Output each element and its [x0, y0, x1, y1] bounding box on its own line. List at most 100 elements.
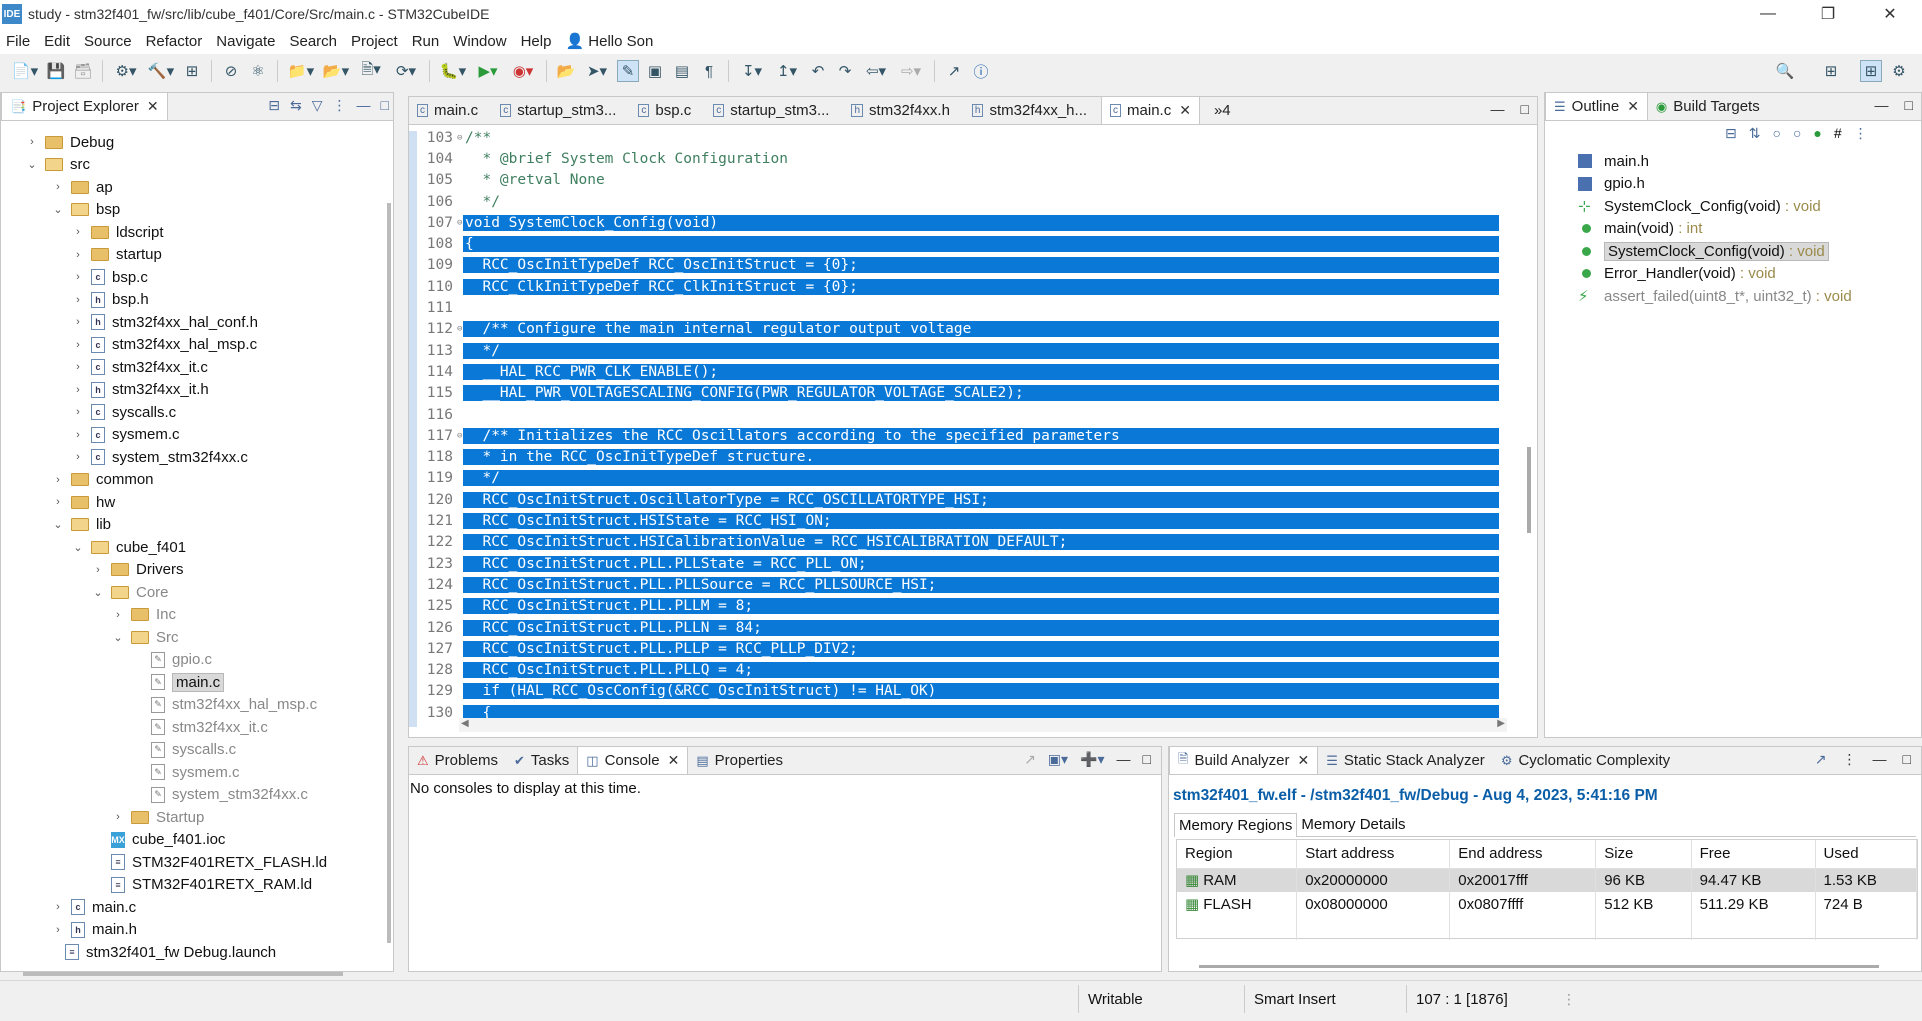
vertical-scrollbar[interactable]	[387, 203, 391, 943]
tree-item[interactable]: › h stm32f4xx_it.h	[71, 379, 209, 401]
table-row[interactable]: ▦ FLASH 0x08000000 0x0807ffff 512 KB 511.29 K…	[1177, 892, 1918, 916]
minimize-button[interactable]: —	[1740, 0, 1796, 28]
menu-run[interactable]: Run	[412, 33, 440, 50]
chevron-down-icon[interactable]: ⌄	[25, 158, 39, 171]
chevron-right-icon[interactable]: ›	[51, 924, 65, 936]
tree-item[interactable]: ⌄ Src	[111, 626, 178, 648]
scroll-left-icon[interactable]: ◀	[461, 718, 469, 729]
tree-item[interactable]: ⌄ lib	[51, 514, 111, 536]
tree-item[interactable]: ≡ stm32f401_fw Debug.launch	[45, 941, 276, 963]
code-line[interactable]: 123 RCC_OscInitStruct.PLL.PLLState = RCC…	[409, 553, 1499, 574]
new-icon[interactable]: 📄▾	[10, 60, 40, 82]
skip-icon[interactable]: ⊘	[220, 60, 242, 82]
show-whitespace-icon[interactable]: ¶	[698, 60, 720, 82]
open-console-icon[interactable]: ➕▾	[1080, 751, 1104, 768]
tree-item[interactable]: › c sysmem.c	[71, 424, 179, 446]
hide-fields-icon[interactable]: ○	[1772, 125, 1780, 142]
editor-tab[interactable]: c startup_stm3...	[705, 97, 837, 124]
display-console-icon[interactable]: ▣▾	[1048, 751, 1068, 768]
collapse-all-icon[interactable]: ⊟	[268, 97, 280, 114]
tab-console[interactable]: ◫ Console ✕	[577, 746, 689, 774]
chevron-right-icon[interactable]: ›	[71, 361, 85, 373]
code-line[interactable]: 109 RCC_OscInitTypeDef RCC_OscInitStruct…	[409, 255, 1499, 276]
outline-item[interactable]: ⚡ assert_failed(uint8_t*, uint32_t) : voi…	[1578, 285, 1852, 307]
prev-annotation-icon[interactable]: ↥▾	[772, 60, 802, 82]
cpp-perspective-icon[interactable]: ⊞	[1860, 60, 1882, 82]
editor-tab[interactable]: h stm32f4xx_h...	[964, 97, 1095, 124]
tree-item[interactable]: ⌄ Core	[91, 581, 168, 603]
tree-item[interactable]: › Debug	[25, 131, 114, 153]
chevron-right-icon[interactable]: ›	[71, 226, 85, 238]
maximize-view-icon[interactable]: □	[1905, 97, 1913, 113]
search-icon[interactable]: 🔍	[1774, 60, 1796, 82]
view-menu-icon[interactable]: ⋮	[1854, 125, 1868, 142]
minimize-editor-icon[interactable]: —	[1491, 101, 1505, 117]
code-area[interactable]: 103 ⊖/** 104 * @brief System Clock Configu…	[409, 125, 1537, 737]
code-line[interactable]: 120 RCC_OscInitStruct.OscillatorType = R…	[409, 489, 1499, 510]
external-tools-icon[interactable]: ◉▾	[508, 60, 538, 82]
restore-button[interactable]: ❐	[1800, 0, 1856, 28]
tree-item[interactable]: › ldscript	[71, 221, 163, 243]
minimize-view-icon[interactable]: —	[1117, 751, 1131, 768]
tree-item[interactable]: ⌄ src	[25, 154, 90, 176]
column-header[interactable]: Start address	[1296, 840, 1451, 868]
chevron-right-icon[interactable]: ›	[91, 564, 105, 576]
subtab-memory-regions[interactable]: Memory Regions	[1174, 812, 1298, 837]
editor-horizontal-scrollbar[interactable]: ◀ ▶	[459, 718, 1507, 732]
chevron-down-icon[interactable]: ⌄	[71, 541, 85, 554]
run-icon[interactable]: ▶▾	[473, 60, 503, 82]
close-icon[interactable]: ✕	[1627, 98, 1639, 115]
menu-search[interactable]: Search	[289, 33, 337, 50]
code-line[interactable]: 115 __HAL_PWR_VOLTAGESCALING_CONFIG(PWR_…	[409, 383, 1499, 404]
tree-item[interactable]: ✎ stm32f4xx_hal_msp.c	[131, 694, 317, 716]
tree-item[interactable]: ≡ STM32F401RETX_RAM.ld	[91, 874, 312, 896]
forward-edit-icon[interactable]: ↷	[834, 60, 856, 82]
tree-item[interactable]: › ap	[51, 176, 113, 198]
forward-icon[interactable]: ⇨▾	[896, 60, 926, 82]
tree-item[interactable]: › c main.c	[51, 896, 136, 918]
menu-user[interactable]: 👤 Hello Son	[565, 32, 653, 50]
tree-item[interactable]: › h stm32f4xx_hal_conf.h	[71, 311, 258, 333]
menu-window[interactable]: Window	[453, 33, 506, 50]
code-line[interactable]: 106 */	[409, 191, 1499, 212]
tree-item[interactable]: › startup	[71, 244, 162, 266]
hide-static-icon[interactable]: ○	[1793, 125, 1801, 142]
menu-file[interactable]: File	[6, 33, 30, 50]
tab-project-explorer[interactable]: 📑 Project Explorer ✕	[1, 92, 168, 120]
chevron-right-icon[interactable]: ›	[71, 429, 85, 441]
outline-item[interactable]: main(void) : int	[1578, 218, 1702, 240]
settings-icon[interactable]: ⚙▾	[111, 60, 141, 82]
tree-item[interactable]: › common	[51, 469, 153, 491]
maximize-view-icon[interactable]: □	[1903, 751, 1911, 768]
outline-item[interactable]: Error_Handler(void) : void	[1578, 263, 1776, 285]
code-line[interactable]: 103 ⊖/**	[409, 127, 1499, 148]
build-hammer-icon[interactable]: 🔨▾	[146, 60, 176, 82]
editor-vertical-scrollbar[interactable]	[1527, 447, 1531, 533]
code-line[interactable]: 104 * @brief System Clock Configuration	[409, 148, 1499, 169]
chevron-right-icon[interactable]: ›	[71, 339, 85, 351]
chevron-down-icon[interactable]: ⌄	[51, 203, 65, 216]
toggle-block-icon[interactable]: ▣	[644, 60, 666, 82]
tree-item[interactable]: › c stm32f4xx_it.c	[71, 356, 208, 378]
menu-navigate[interactable]: Navigate	[216, 33, 275, 50]
tree-item[interactable]: › h main.h	[51, 919, 137, 941]
tree-item[interactable]: › Drivers	[91, 559, 183, 581]
editor-tab[interactable]: c bsp.c	[630, 97, 699, 124]
code-line[interactable]: 108{	[409, 234, 1499, 255]
subtab-memory-details[interactable]: Memory Details	[1297, 813, 1409, 837]
code-line[interactable]: 111	[409, 297, 1499, 318]
editor-tab[interactable]: c startup_stm3...	[492, 97, 624, 124]
maximize-editor-icon[interactable]: □	[1521, 101, 1529, 117]
column-header[interactable]: Size	[1595, 840, 1692, 868]
open-perspective-icon[interactable]: ↗	[943, 60, 965, 82]
tree-item[interactable]: › Inc	[111, 604, 176, 626]
code-line[interactable]: 114 __HAL_RCC_PWR_CLK_ENABLE();	[409, 361, 1499, 382]
mark-occurrences-icon[interactable]: ✎	[617, 60, 639, 82]
maximize-view-icon[interactable]: □	[1143, 751, 1151, 768]
tab-tasks[interactable]: ✔ Tasks	[506, 747, 577, 774]
tab-static-stack-analyzer[interactable]: ☰ Static Stack Analyzer	[1318, 747, 1493, 774]
menu-edit[interactable]: Edit	[44, 33, 70, 50]
tree-item[interactable]: › Startup	[111, 806, 204, 828]
tree-item[interactable]: ✎ syscalls.c	[131, 739, 236, 761]
code-line[interactable]: 112 ⊖ /** Configure the main internal reg…	[409, 319, 1499, 340]
